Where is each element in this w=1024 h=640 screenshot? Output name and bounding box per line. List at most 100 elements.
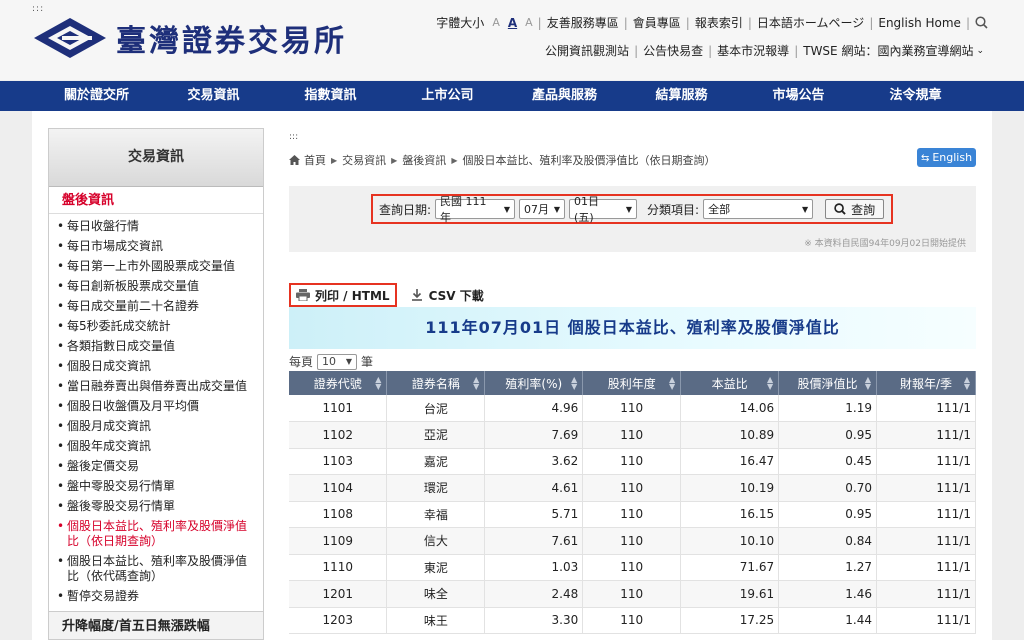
sidebar-footer-item[interactable]: 升降幅度/首五日無漲跌幅 xyxy=(49,611,263,639)
sidebar-section[interactable]: 盤後資訊 xyxy=(49,188,263,214)
cell-dividend-year: 110 xyxy=(582,607,682,634)
cell-fiscal: 111/1 xyxy=(876,501,976,528)
query-button[interactable]: 查詢 xyxy=(825,199,885,219)
link-announcements[interactable]: 公告快易查 xyxy=(643,42,703,59)
sidebar-item[interactable]: 盤後定價交易 xyxy=(49,459,263,474)
sidebar-item[interactable]: 每5秒委託成交統計 xyxy=(49,319,263,334)
col-header-fiscal[interactable]: 財報年/季 ▲ ▼ xyxy=(876,371,976,395)
chevron-down-icon[interactable]: ⌄ xyxy=(976,46,984,56)
link-japanese[interactable]: 日本語ホームページ xyxy=(757,14,864,31)
sidebar-item[interactable]: 盤中零股交易行情單 xyxy=(49,479,263,494)
nav-products[interactable]: 產品與服務 xyxy=(506,81,623,111)
font-size-medium[interactable]: A xyxy=(508,16,517,30)
col-header-pb[interactable]: 股價淨值比 ▲ ▼ xyxy=(778,371,878,395)
table-row: 1102 亞泥 7.69 110 10.89 0.95 111/1 xyxy=(289,421,976,449)
home-icon xyxy=(289,155,300,165)
sidebar-item[interactable]: 個股日本益比、殖利率及股價淨值比（依代碼查詢） xyxy=(49,554,263,584)
cell-code: 1108 xyxy=(289,501,388,528)
font-size-large[interactable]: A xyxy=(525,16,533,29)
breadcrumb-trading[interactable]: 交易資訊 xyxy=(342,152,386,168)
nav-indices[interactable]: 指數資訊 xyxy=(272,81,389,111)
printer-icon xyxy=(296,289,310,301)
col-header-dividend-year[interactable]: 股利年度 ▲ ▼ xyxy=(582,371,682,395)
site-header: ::: 臺灣證券交易所 字體大小 A A A | 友善服務專區 | 會員專區 |… xyxy=(0,0,1024,80)
category-select[interactable]: 全部 ▼ xyxy=(703,199,814,219)
sidebar-item[interactable]: 每日收盤行情 xyxy=(49,219,263,234)
nav-regulations[interactable]: 法令規章 xyxy=(857,81,974,111)
query-category-label: 分類項目: xyxy=(647,202,700,217)
link-market-report[interactable]: 基本市況報導 xyxy=(717,42,789,59)
table-row: 1103 嘉泥 3.62 110 16.47 0.45 111/1 xyxy=(289,448,976,475)
data-availability-note: ※ 本資料自民國94年09月02日開始提供 xyxy=(804,239,966,249)
cell-fiscal: 111/1 xyxy=(876,527,976,555)
chevron-down-icon: ▼ xyxy=(553,204,561,214)
cell-pe: 16.15 xyxy=(680,501,780,528)
print-html-button[interactable]: 列印 / HTML xyxy=(289,283,397,307)
link-twse-sites[interactable]: TWSE 網站：國內業務宣導網站 xyxy=(803,42,973,59)
breadcrumb-arrow-icon: ▶ xyxy=(391,155,398,165)
logo-text: 臺灣證券交易所 xyxy=(116,24,347,59)
col-header-yield[interactable]: 殖利率(%) ▲ ▼ xyxy=(484,371,584,395)
col-header-code[interactable]: 證券代號 ▲ ▼ xyxy=(289,371,388,395)
search-icon[interactable] xyxy=(975,16,988,29)
sort-icon: ▲ ▼ xyxy=(473,375,480,391)
cell-code: 1103 xyxy=(289,448,388,475)
year-select[interactable]: 民國 111 年 ▼ xyxy=(435,195,516,224)
link-members[interactable]: 會員專區 xyxy=(633,14,681,31)
sidebar-item[interactable]: 個股日收盤價及月平均價 xyxy=(49,399,263,414)
nav-market-notice[interactable]: 市場公告 xyxy=(740,81,857,111)
download-icon xyxy=(411,289,422,301)
breadcrumb-home[interactable]: 首頁 xyxy=(304,152,326,168)
chevron-down-icon: ▼ xyxy=(625,204,633,214)
cell-fiscal: 111/1 xyxy=(876,554,976,581)
sidebar-item[interactable]: 每日市場成交資訊 xyxy=(49,239,263,254)
col-header-pe[interactable]: 本益比 ▲ ▼ xyxy=(680,371,780,395)
nav-listed[interactable]: 上市公司 xyxy=(389,81,506,111)
per-page-select[interactable]: 10 ▼ xyxy=(317,353,358,370)
sidebar-item[interactable]: 每日第一上市外國股票成交量值 xyxy=(49,259,263,274)
sort-icon: ▲ ▼ xyxy=(375,375,382,391)
month-select[interactable]: 07月 ▼ xyxy=(519,199,566,219)
sidebar-item[interactable]: 每日創新板股票成交量值 xyxy=(49,279,263,294)
report-tools: 列印 / HTML CSV 下載 xyxy=(289,283,484,307)
col-header-name[interactable]: 證券名稱 ▲ ▼ xyxy=(386,371,486,395)
cell-dividend-year: 110 xyxy=(582,554,682,581)
cell-yield: 1.03 xyxy=(484,554,584,581)
skip-link[interactable]: ::: xyxy=(32,4,44,14)
sidebar-item-active[interactable]: 個股日本益比、殖利率及股價淨值比（依日期查詢） xyxy=(49,519,263,549)
sidebar-item[interactable]: 盤後零股交易行情單 xyxy=(49,499,263,514)
nav-trading[interactable]: 交易資訊 xyxy=(155,81,272,111)
breadcrumb-after-hours[interactable]: 盤後資訊 xyxy=(402,152,446,168)
sidebar-item[interactable]: 個股月成交資訊 xyxy=(49,419,263,434)
cell-yield: 3.62 xyxy=(484,448,584,475)
sidebar-item[interactable]: 個股日成交資訊 xyxy=(49,359,263,374)
main-skip-link[interactable]: ::: xyxy=(289,132,298,142)
csv-download-button[interactable]: CSV 下載 xyxy=(411,287,484,304)
sidebar-item[interactable]: 暫停交易證券 xyxy=(49,589,263,604)
sidebar-item[interactable]: 每日成交量前二十名證券 xyxy=(49,299,263,314)
breadcrumb-arrow-icon: ▶ xyxy=(451,155,458,165)
cell-yield: 5.71 xyxy=(484,501,584,528)
link-accessibility[interactable]: 友善服務專區 xyxy=(547,14,619,31)
sidebar-item[interactable]: 各類指數日成交量值 xyxy=(49,339,263,354)
cell-dividend-year: 110 xyxy=(582,501,682,528)
nav-about[interactable]: 關於證交所 xyxy=(38,81,155,111)
sidebar-item[interactable]: 個股年成交資訊 xyxy=(49,439,263,454)
link-mops[interactable]: 公開資訊觀測站 xyxy=(545,42,629,59)
sort-icon: ▲ ▼ xyxy=(766,375,774,391)
link-report-index[interactable]: 報表索引 xyxy=(695,14,743,31)
cell-dividend-year: 110 xyxy=(582,580,682,608)
query-date-label: 查詢日期: xyxy=(379,202,432,217)
link-english-home[interactable]: English Home xyxy=(878,16,961,30)
cell-pb: 0.95 xyxy=(778,421,878,449)
font-size-small[interactable]: A xyxy=(492,16,500,29)
main-nav: 關於證交所 交易資訊 指數資訊 上市公司 產品與服務 結算服務 市場公告 法令規… xyxy=(0,81,1024,111)
sidebar-item[interactable]: 當日融券賣出與借券賣出成交量值 xyxy=(49,379,263,394)
english-button[interactable]: ⇆ English xyxy=(917,148,976,167)
twse-logo[interactable]: 臺灣證券交易所 xyxy=(32,16,347,60)
nav-clearing[interactable]: 結算服務 xyxy=(623,81,740,111)
day-select[interactable]: 01日 (五) ▼ xyxy=(569,195,638,224)
cell-fiscal: 111/1 xyxy=(876,474,976,502)
cell-pb: 1.19 xyxy=(778,395,878,422)
sort-icon: ▲ ▼ xyxy=(963,375,970,391)
